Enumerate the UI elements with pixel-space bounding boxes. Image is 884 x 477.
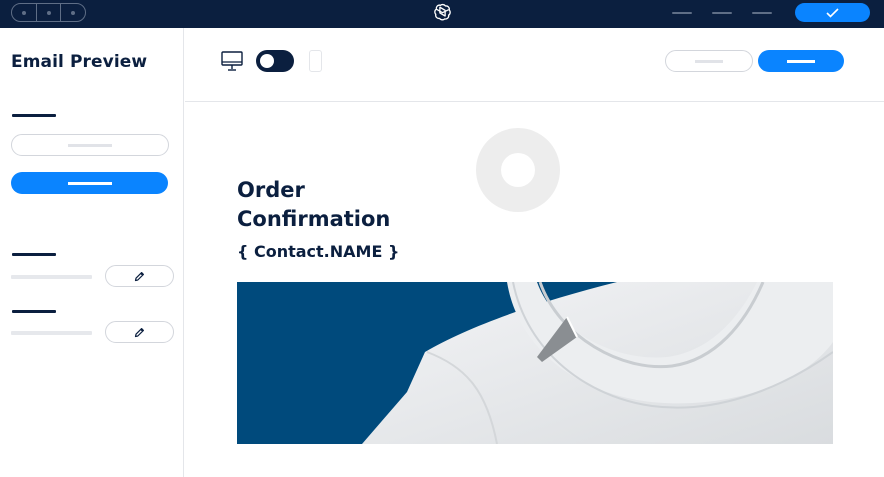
window-controls[interactable] xyxy=(11,3,86,22)
button-label xyxy=(787,59,815,63)
field-label xyxy=(12,253,56,256)
primary-button[interactable] xyxy=(11,172,168,194)
field-value xyxy=(11,331,92,335)
monitor-icon[interactable] xyxy=(221,50,243,72)
sidebar: Email Preview xyxy=(0,28,184,477)
field-value xyxy=(11,275,92,279)
secondary-action-button[interactable] xyxy=(665,50,753,72)
view-toggle[interactable] xyxy=(256,50,294,72)
dot-icon xyxy=(21,10,26,15)
window-control-1[interactable] xyxy=(12,4,37,21)
section-label xyxy=(12,114,56,117)
button-label xyxy=(695,59,723,63)
dot-icon xyxy=(71,10,76,15)
pencil-icon xyxy=(134,327,144,337)
nav-item-2[interactable] xyxy=(712,12,732,14)
email-title: Order Confirmation xyxy=(237,178,391,231)
pencil-icon xyxy=(134,271,144,281)
window-control-2[interactable] xyxy=(37,4,62,21)
sidebar-title: Email Preview xyxy=(11,52,148,72)
app-logo-icon xyxy=(434,3,451,21)
contact-name-placeholder: { Contact.NAME } xyxy=(237,242,400,261)
window-control-3[interactable] xyxy=(61,4,85,21)
tshirt-illustration xyxy=(237,282,833,444)
phone-icon[interactable] xyxy=(309,50,322,72)
email-logo xyxy=(476,128,560,212)
dot-icon xyxy=(46,10,51,15)
toggle-knob xyxy=(260,54,274,68)
input-field[interactable] xyxy=(11,134,169,156)
preview-toolbar xyxy=(185,28,884,102)
input-placeholder xyxy=(68,143,112,147)
field-label xyxy=(12,310,56,313)
primary-action-button[interactable] xyxy=(758,50,844,72)
nav-item-1[interactable] xyxy=(672,12,692,14)
nav-item-3[interactable] xyxy=(752,12,772,14)
edit-button[interactable] xyxy=(105,265,174,287)
checkmark-icon xyxy=(826,7,839,18)
edit-button[interactable] xyxy=(105,321,174,343)
button-label xyxy=(67,181,112,185)
confirm-button[interactable] xyxy=(795,3,870,22)
top-bar xyxy=(0,0,884,28)
hero-image xyxy=(237,282,833,444)
